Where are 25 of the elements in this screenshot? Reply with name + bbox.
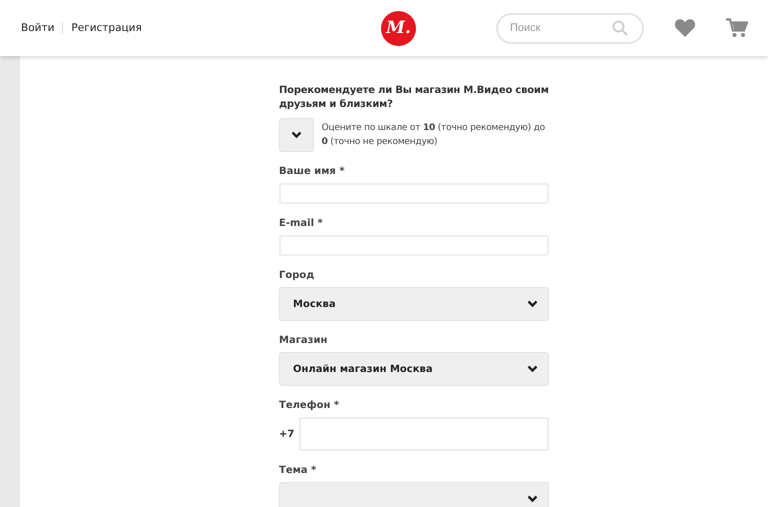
select-field[interactable]: Онлайн магазин Москва bbox=[279, 352, 549, 386]
field-label: E-mail * bbox=[279, 217, 324, 230]
chevron-down-icon bbox=[290, 131, 302, 139]
field-label: Телефон * bbox=[279, 399, 340, 412]
field-label: Город bbox=[279, 269, 316, 282]
select-field[interactable]: Москва bbox=[279, 287, 549, 321]
cart-icon[interactable] bbox=[726, 18, 748, 38]
rating-hint: Оцените по шкале от 10 (точно рекомендую) до 0 (точно не рекомендую) bbox=[322, 122, 546, 149]
select-field[interactable] bbox=[279, 482, 549, 507]
field-label: Ваше имя * bbox=[279, 165, 346, 178]
chevron-down-icon bbox=[527, 365, 538, 373]
header-link[interactable]: Регистрация bbox=[62, 22, 150, 34]
chevron-down-icon bbox=[527, 495, 538, 503]
search-field[interactable]: Поиск bbox=[496, 12, 644, 44]
heart-icon[interactable] bbox=[674, 18, 696, 38]
logo[interactable]: М. bbox=[381, 10, 416, 46]
search-icon[interactable] bbox=[612, 20, 628, 36]
search-input[interactable]: Поиск bbox=[508, 21, 612, 35]
field-label: Тема * bbox=[279, 464, 318, 477]
chevron-down-icon bbox=[527, 300, 538, 308]
field-label: Магазин bbox=[279, 334, 328, 347]
rating-select[interactable] bbox=[279, 118, 314, 152]
question-text: Порекомендуете ли Вы магазин М.Видео своим друзьям и близким? bbox=[279, 84, 549, 112]
header-link[interactable]: Войти bbox=[21, 22, 62, 34]
phone-prefix: +7 bbox=[279, 428, 294, 440]
